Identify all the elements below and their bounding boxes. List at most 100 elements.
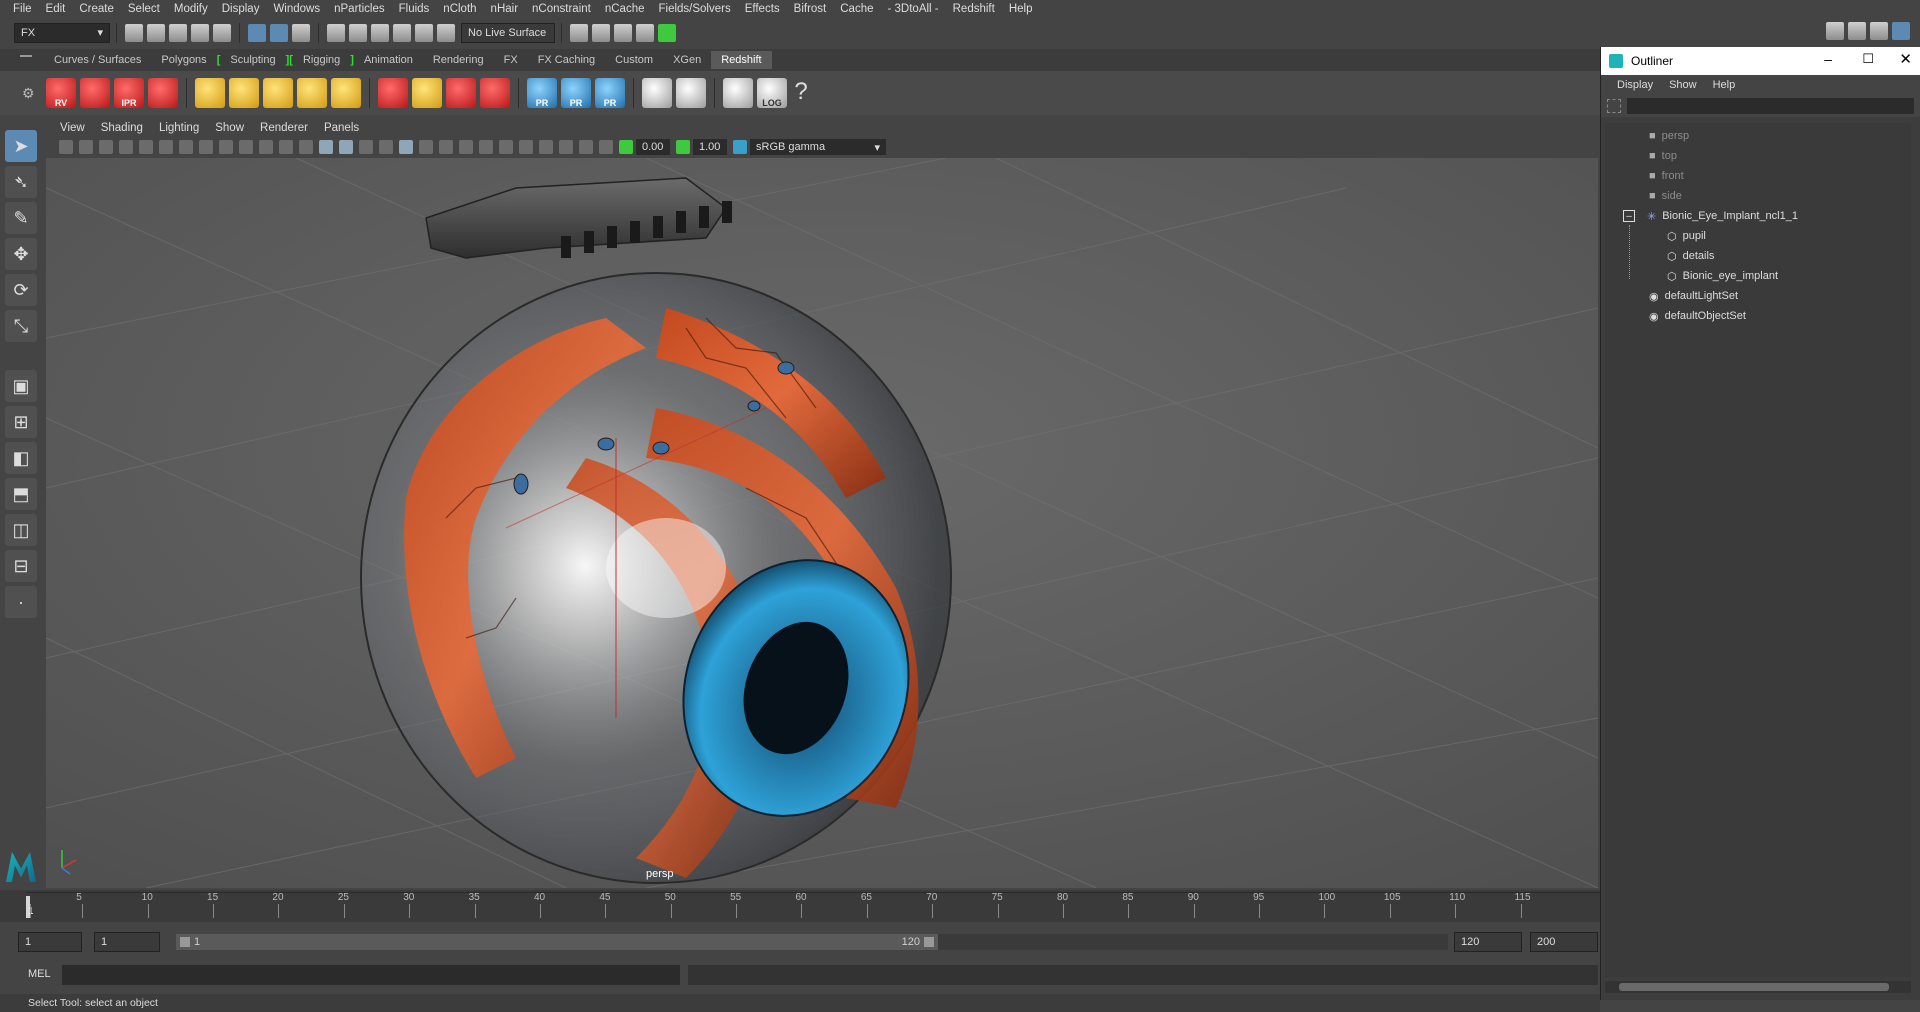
grease-pencil-icon[interactable] [159, 140, 173, 154]
anim-end-field[interactable]: 200 [1530, 932, 1598, 952]
menu-display[interactable]: Display [215, 3, 267, 15]
image-plane-icon[interactable] [119, 140, 133, 154]
menu-redshift[interactable]: Redshift [946, 3, 1002, 15]
redshift-render-button[interactable] [80, 78, 110, 108]
xray-joints-icon[interactable] [579, 140, 593, 154]
persp-graph-layout-icon[interactable]: ⬒ [5, 478, 37, 510]
maximize-icon[interactable]: ☐ [1862, 51, 1874, 67]
scale-tool-icon[interactable]: ⤡ [5, 310, 37, 342]
exposure-toggle-icon[interactable] [619, 140, 633, 154]
outliner-item-bionic-group[interactable]: – ✳ Bionic_Eye_Implant_ncl1_1 [1623, 207, 1798, 225]
field-chart-icon[interactable] [259, 140, 273, 154]
rs-teapot-button[interactable] [642, 78, 672, 108]
outliner-item-top[interactable]: ■ top [1649, 147, 1677, 165]
tab-custom[interactable]: Custom [605, 51, 663, 69]
tab-xgen[interactable]: XGen [663, 51, 711, 69]
range-end-grip-icon[interactable] [924, 937, 934, 947]
snap-view-plane-icon[interactable] [393, 23, 411, 42]
menu-fields-solvers[interactable]: Fields/Solvers [651, 3, 737, 15]
outliner-item-bionic-eye-implant[interactable]: ⬡ Bionic_eye_implant [1667, 267, 1778, 285]
outliner-item-side[interactable]: ■ side [1649, 187, 1682, 205]
outliner-menu-display[interactable]: Display [1609, 79, 1661, 91]
menu-3dtoall[interactable]: - 3DtoAll - [881, 3, 946, 15]
persp-viewport[interactable]: persp [46, 158, 1598, 888]
rs-teapot-alt-button[interactable] [676, 78, 706, 108]
time-slider[interactable]: 1 51015202530354045505560657075808590951… [0, 890, 1600, 922]
menu-nhair[interactable]: nHair [484, 3, 525, 15]
ambient-occlusion-icon[interactable] [459, 140, 473, 154]
outliner-item-pupil[interactable]: ⬡ pupil [1667, 227, 1706, 245]
tab-fx[interactable]: FX [494, 51, 528, 69]
textured-icon[interactable] [399, 140, 413, 154]
scrollbar-thumb[interactable] [1619, 983, 1889, 991]
four-view-layout-icon[interactable]: ⊞ [5, 406, 37, 438]
film-gate-icon[interactable] [199, 140, 213, 154]
persp-uv-layout-icon[interactable]: ⊟ [5, 550, 37, 582]
tab-curves-surfaces[interactable]: Curves / Surfaces [44, 51, 151, 69]
menu-create[interactable]: Create [72, 3, 121, 15]
rs-material-button[interactable] [480, 78, 510, 108]
menu-bifrost[interactable]: Bifrost [787, 3, 834, 15]
grid-icon[interactable] [179, 140, 193, 154]
toggle-render-view-icon[interactable] [658, 23, 676, 42]
character-controls-icon[interactable] [1826, 22, 1844, 40]
undo-icon[interactable] [191, 23, 209, 42]
tab-redshift[interactable]: Redshift [711, 51, 772, 69]
snap-surface-icon[interactable] [415, 23, 433, 42]
start-time-field[interactable]: 1 [18, 932, 82, 952]
new-scene-icon[interactable] [125, 23, 143, 42]
menu-modify[interactable]: Modify [167, 3, 215, 15]
tab-rendering[interactable]: Rendering [423, 51, 494, 69]
snap-curve-icon[interactable] [349, 23, 367, 42]
outliner-item-details[interactable]: ⬡ details [1667, 247, 1714, 265]
gamma-toggle-icon[interactable] [676, 140, 690, 154]
make-live-icon[interactable] [437, 23, 455, 42]
menu-ncache[interactable]: nCache [598, 3, 652, 15]
rs-log-button[interactable]: LOG [757, 78, 787, 108]
live-surface-field[interactable]: No Live Surface [461, 22, 555, 43]
menu-help[interactable]: Help [1002, 3, 1040, 15]
2d-pan-zoom-icon[interactable] [139, 140, 153, 154]
rs-portal-light-button[interactable] [229, 78, 259, 108]
script-language-toggle[interactable]: MEL [28, 968, 51, 980]
menu-nparticles[interactable]: nParticles [327, 3, 392, 15]
depth-of-field-icon[interactable] [519, 140, 533, 154]
tab-rigging[interactable]: Rigging [293, 51, 350, 69]
menu-ncloth[interactable]: nCloth [436, 3, 483, 15]
tab-animation[interactable]: Animation [354, 51, 423, 69]
outliner-item-default-light-set[interactable]: ◉ defaultLightSet [1649, 287, 1738, 305]
paint-select-tool-icon[interactable]: ✎ [5, 202, 37, 234]
menu-cache[interactable]: Cache [833, 3, 880, 15]
panel-menu-renderer[interactable]: Renderer [252, 122, 316, 134]
collapse-icon[interactable]: – [1623, 210, 1635, 222]
outliner-horizontal-scrollbar[interactable] [1605, 981, 1911, 993]
menu-fluids[interactable]: Fluids [392, 3, 437, 15]
select-tool-icon[interactable]: ➤ [5, 130, 37, 162]
select-by-component-icon[interactable] [292, 23, 310, 42]
lasso-tool-icon[interactable]: ➴ [5, 166, 37, 198]
menu-file[interactable]: File [6, 3, 39, 15]
resolution-gate-icon[interactable] [219, 140, 233, 154]
save-scene-icon[interactable] [169, 23, 187, 42]
shadows-icon[interactable] [439, 140, 453, 154]
persp-outliner-layout-icon[interactable]: ◧ [5, 442, 37, 474]
rs-sun-sky-button[interactable] [331, 78, 361, 108]
wireframe-icon[interactable] [319, 140, 333, 154]
camera-attributes-icon[interactable] [59, 140, 73, 154]
minimize-icon[interactable]: – [1824, 51, 1832, 67]
default-material-icon[interactable] [359, 140, 373, 154]
bookmark-icon[interactable] [99, 140, 113, 154]
multisample-aa-icon[interactable] [499, 140, 513, 154]
persp-hypershade-layout-icon[interactable]: ◫ [5, 514, 37, 546]
view-transform-dropdown[interactable]: sRGB gamma ▾ [750, 139, 886, 155]
wireframe-on-shaded-icon[interactable] [379, 140, 393, 154]
ipr-render-icon[interactable] [592, 23, 610, 42]
menu-select[interactable]: Select [121, 3, 167, 15]
xray-components-icon[interactable] [599, 140, 613, 154]
isolate-select-icon[interactable] [539, 140, 553, 154]
gear-icon[interactable]: ⚙ [22, 85, 35, 102]
redshift-render-view-button[interactable]: RV [46, 78, 76, 108]
range-handle[interactable]: 1 120 [176, 934, 938, 950]
panel-menu-lighting[interactable]: Lighting [151, 122, 207, 134]
menu-effects[interactable]: Effects [738, 3, 787, 15]
